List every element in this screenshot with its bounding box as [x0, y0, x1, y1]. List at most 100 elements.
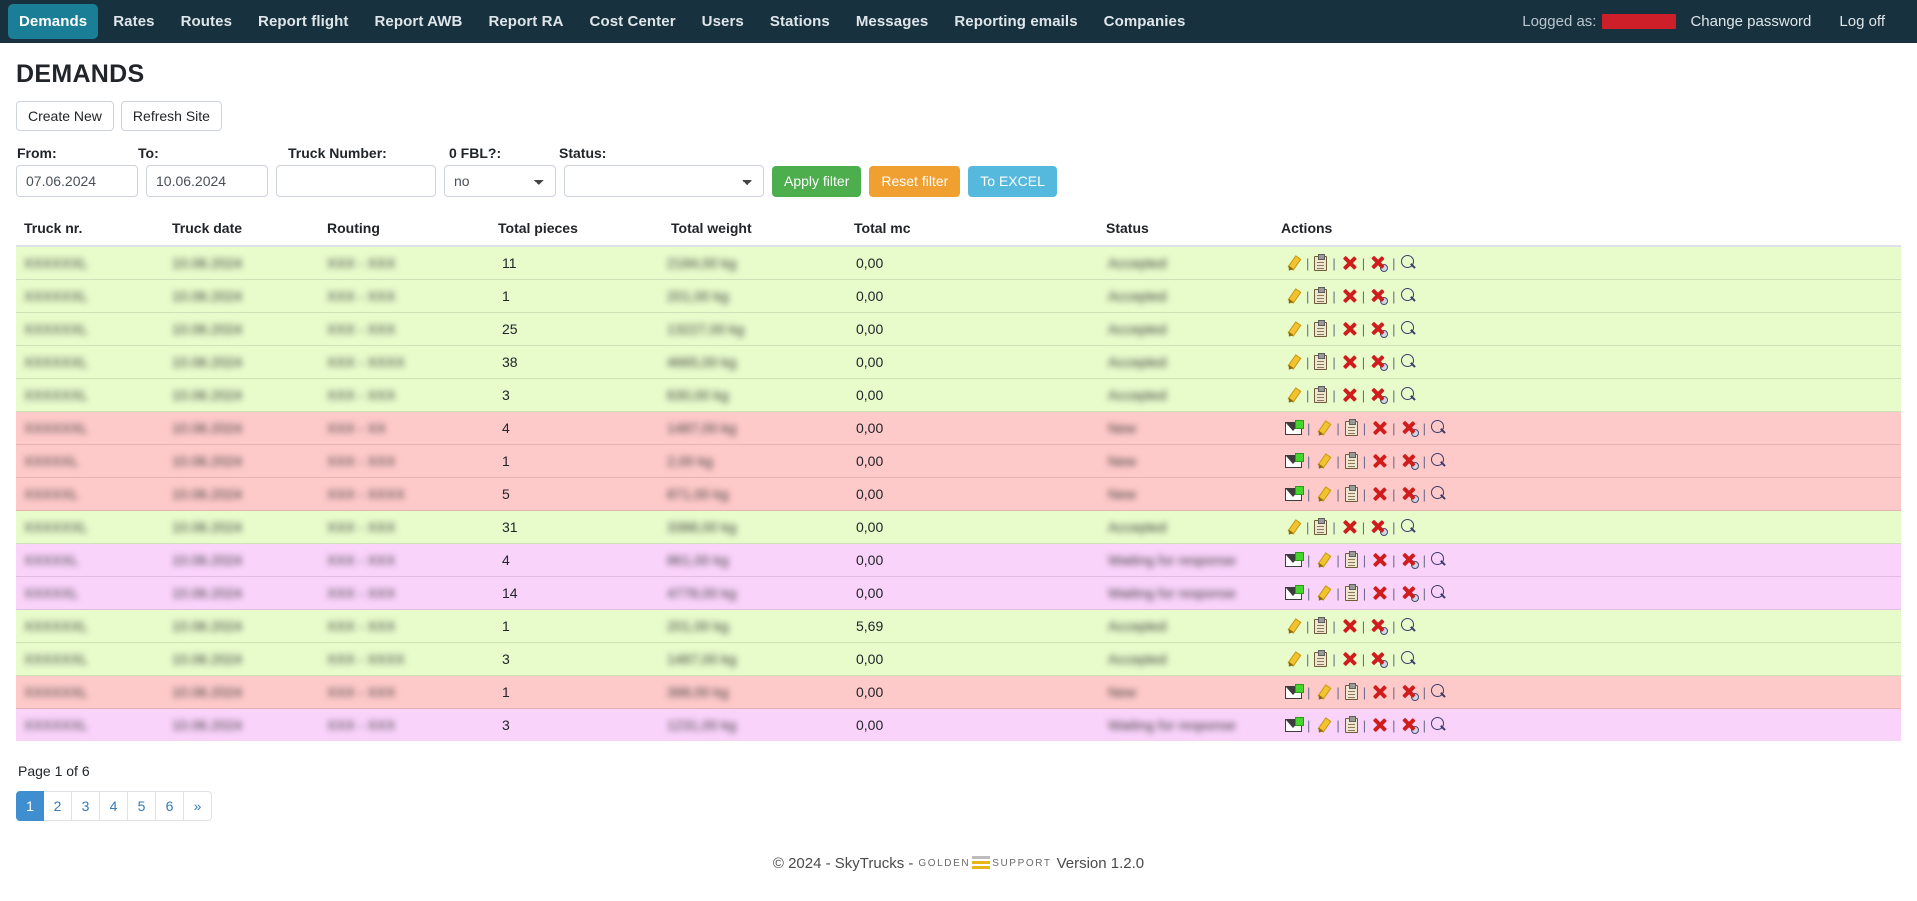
- pencil-icon[interactable]: [1285, 618, 1301, 634]
- magnifier-icon[interactable]: [1430, 585, 1447, 601]
- delete-search-icon[interactable]: [1370, 651, 1389, 668]
- nav-item-routes[interactable]: Routes: [168, 0, 245, 43]
- magnifier-icon[interactable]: [1400, 288, 1417, 304]
- delete-x-icon[interactable]: [1341, 387, 1357, 403]
- pencil-icon[interactable]: [1315, 552, 1331, 568]
- delete-x-icon[interactable]: [1341, 255, 1357, 271]
- magnifier-icon[interactable]: [1400, 519, 1417, 535]
- to-date-input[interactable]: [146, 165, 268, 197]
- delete-x-icon[interactable]: [1341, 321, 1357, 337]
- clipboard-icon[interactable]: [1314, 616, 1328, 634]
- clipboard-icon[interactable]: [1314, 286, 1328, 304]
- create-new-button[interactable]: Create New: [16, 101, 114, 131]
- clipboard-icon[interactable]: [1344, 682, 1358, 700]
- delete-search-icon[interactable]: [1401, 684, 1419, 701]
- delete-x-icon[interactable]: [1371, 717, 1387, 733]
- delete-x-icon[interactable]: [1341, 354, 1357, 370]
- pencil-icon[interactable]: [1315, 585, 1331, 601]
- magnifier-icon[interactable]: [1400, 321, 1417, 337]
- nav-item-report-awb[interactable]: Report AWB: [361, 0, 475, 43]
- pencil-icon[interactable]: [1285, 387, 1301, 403]
- pencil-icon[interactable]: [1315, 420, 1331, 436]
- truck-number-input[interactable]: [276, 165, 436, 197]
- delete-x-icon[interactable]: [1341, 288, 1357, 304]
- nav-item-report-flight[interactable]: Report flight: [245, 0, 361, 43]
- envelope-icon[interactable]: [1285, 683, 1304, 699]
- envelope-icon[interactable]: [1285, 716, 1304, 732]
- delete-x-icon[interactable]: [1371, 684, 1387, 700]
- pagination-page-5[interactable]: 5: [128, 791, 156, 821]
- nav-item-users[interactable]: Users: [689, 0, 757, 43]
- delete-search-icon[interactable]: [1370, 618, 1389, 635]
- envelope-icon[interactable]: [1285, 551, 1304, 567]
- delete-search-icon[interactable]: [1401, 552, 1419, 569]
- clipboard-icon[interactable]: [1314, 253, 1328, 271]
- delete-x-icon[interactable]: [1341, 618, 1357, 634]
- pencil-icon[interactable]: [1315, 684, 1331, 700]
- pagination-page-2[interactable]: 2: [44, 791, 72, 821]
- pencil-icon[interactable]: [1285, 354, 1301, 370]
- pagination-page-3[interactable]: 3: [72, 791, 100, 821]
- clipboard-icon[interactable]: [1314, 385, 1328, 403]
- clipboard-icon[interactable]: [1344, 715, 1358, 733]
- nav-item-report-ra[interactable]: Report RA: [475, 0, 576, 43]
- clipboard-icon[interactable]: [1314, 352, 1328, 370]
- magnifier-icon[interactable]: [1400, 387, 1417, 403]
- pagination-page-next[interactable]: »: [184, 791, 212, 821]
- delete-search-icon[interactable]: [1370, 321, 1389, 338]
- pagination-page-6[interactable]: 6: [156, 791, 184, 821]
- pencil-icon[interactable]: [1285, 321, 1301, 337]
- clipboard-icon[interactable]: [1344, 418, 1358, 436]
- pagination-page-1[interactable]: 1: [16, 791, 44, 821]
- magnifier-icon[interactable]: [1400, 255, 1417, 271]
- change-password-link[interactable]: Change password: [1676, 13, 1825, 30]
- status-select[interactable]: [564, 165, 764, 197]
- reset-filter-button[interactable]: Reset filter: [869, 165, 961, 197]
- delete-search-icon[interactable]: [1401, 453, 1419, 470]
- clipboard-icon[interactable]: [1314, 319, 1328, 337]
- delete-x-icon[interactable]: [1371, 420, 1387, 436]
- pencil-icon[interactable]: [1285, 519, 1301, 535]
- refresh-site-button[interactable]: Refresh Site: [120, 101, 222, 131]
- envelope-icon[interactable]: [1285, 419, 1304, 435]
- pagination-page-4[interactable]: 4: [100, 791, 128, 821]
- nav-item-demands[interactable]: Demands: [8, 4, 99, 39]
- nav-item-messages[interactable]: Messages: [843, 0, 942, 43]
- delete-x-icon[interactable]: [1371, 585, 1387, 601]
- magnifier-icon[interactable]: [1430, 552, 1447, 568]
- delete-x-icon[interactable]: [1371, 453, 1387, 469]
- delete-search-icon[interactable]: [1370, 354, 1389, 371]
- delete-search-icon[interactable]: [1401, 420, 1419, 437]
- pencil-icon[interactable]: [1315, 486, 1331, 502]
- log-off-link[interactable]: Log off: [1825, 13, 1899, 30]
- magnifier-icon[interactable]: [1430, 717, 1447, 733]
- clipboard-icon[interactable]: [1344, 583, 1358, 601]
- fbl-select[interactable]: noyes: [444, 165, 556, 197]
- clipboard-icon[interactable]: [1344, 484, 1358, 502]
- pencil-icon[interactable]: [1315, 717, 1331, 733]
- delete-search-icon[interactable]: [1370, 288, 1389, 305]
- nav-item-rates[interactable]: Rates: [100, 0, 167, 43]
- magnifier-icon[interactable]: [1400, 354, 1417, 370]
- pencil-icon[interactable]: [1285, 288, 1301, 304]
- delete-search-icon[interactable]: [1401, 486, 1419, 503]
- delete-x-icon[interactable]: [1341, 519, 1357, 535]
- clipboard-icon[interactable]: [1314, 649, 1328, 667]
- delete-search-icon[interactable]: [1370, 519, 1389, 536]
- magnifier-icon[interactable]: [1400, 618, 1417, 634]
- clipboard-icon[interactable]: [1314, 517, 1328, 535]
- magnifier-icon[interactable]: [1430, 420, 1447, 436]
- delete-search-icon[interactable]: [1370, 255, 1389, 272]
- magnifier-icon[interactable]: [1430, 684, 1447, 700]
- pencil-icon[interactable]: [1285, 255, 1301, 271]
- nav-item-reporting-emails[interactable]: Reporting emails: [941, 0, 1090, 43]
- pencil-icon[interactable]: [1285, 651, 1301, 667]
- magnifier-icon[interactable]: [1400, 651, 1417, 667]
- clipboard-icon[interactable]: [1344, 451, 1358, 469]
- envelope-icon[interactable]: [1285, 485, 1304, 501]
- envelope-icon[interactable]: [1285, 584, 1304, 600]
- magnifier-icon[interactable]: [1430, 486, 1447, 502]
- delete-search-icon[interactable]: [1401, 717, 1419, 734]
- delete-x-icon[interactable]: [1371, 486, 1387, 502]
- delete-x-icon[interactable]: [1371, 552, 1387, 568]
